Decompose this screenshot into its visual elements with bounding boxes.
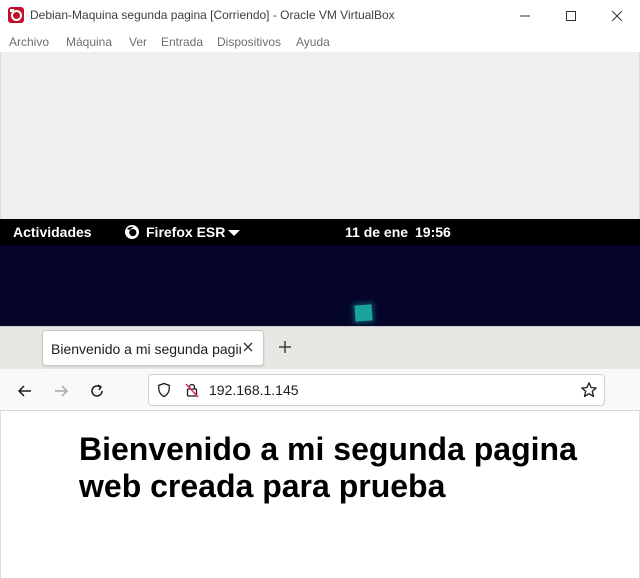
app-menu-caret-icon[interactable] bbox=[228, 230, 240, 236]
url-text[interactable]: 192.168.1.145 bbox=[209, 382, 299, 398]
menu-archivo[interactable]: Archivo bbox=[9, 35, 49, 49]
tab-close-icon[interactable] bbox=[241, 339, 255, 355]
gnome-top-bar bbox=[0, 219, 640, 245]
desktop-wallpaper-cube bbox=[354, 304, 373, 322]
maximize-icon[interactable] bbox=[548, 0, 594, 31]
insecure-lock-icon[interactable] bbox=[180, 378, 204, 402]
menu-dispositivos[interactable]: Dispositivos bbox=[217, 35, 281, 49]
close-icon[interactable] bbox=[594, 0, 640, 31]
desktop-background bbox=[0, 245, 640, 326]
menu-ver[interactable]: Ver bbox=[129, 35, 147, 49]
new-tab-icon[interactable] bbox=[276, 337, 294, 357]
app-menu-label[interactable]: Firefox ESR bbox=[146, 224, 225, 240]
vm-display-margin bbox=[0, 52, 640, 219]
forward-icon[interactable] bbox=[49, 379, 73, 403]
menu-entrada[interactable]: Entrada bbox=[161, 35, 203, 49]
menu-ayuda[interactable]: Ayuda bbox=[296, 35, 330, 49]
back-icon[interactable] bbox=[13, 379, 37, 403]
clock-time[interactable]: 19:56 bbox=[415, 224, 451, 240]
bookmark-star-icon[interactable] bbox=[577, 378, 601, 402]
reload-icon[interactable] bbox=[85, 379, 109, 403]
tab-title[interactable]: Bienvenido a mi segunda pagina web cread… bbox=[51, 341, 241, 357]
firefox-icon bbox=[124, 224, 140, 240]
page-heading: Bienvenido a mi segunda pagina web cread… bbox=[79, 431, 577, 504]
clock-date[interactable]: 11 de ene bbox=[345, 224, 408, 240]
activities-button[interactable]: Actividades bbox=[13, 224, 92, 240]
shield-icon[interactable] bbox=[152, 378, 176, 402]
virtualbox-app-icon bbox=[8, 7, 24, 23]
minimize-icon[interactable] bbox=[502, 0, 548, 31]
menu-maquina[interactable]: Máquina bbox=[66, 35, 112, 49]
window-title: Debian-Maquina segunda pagina [Corriendo… bbox=[30, 8, 395, 22]
